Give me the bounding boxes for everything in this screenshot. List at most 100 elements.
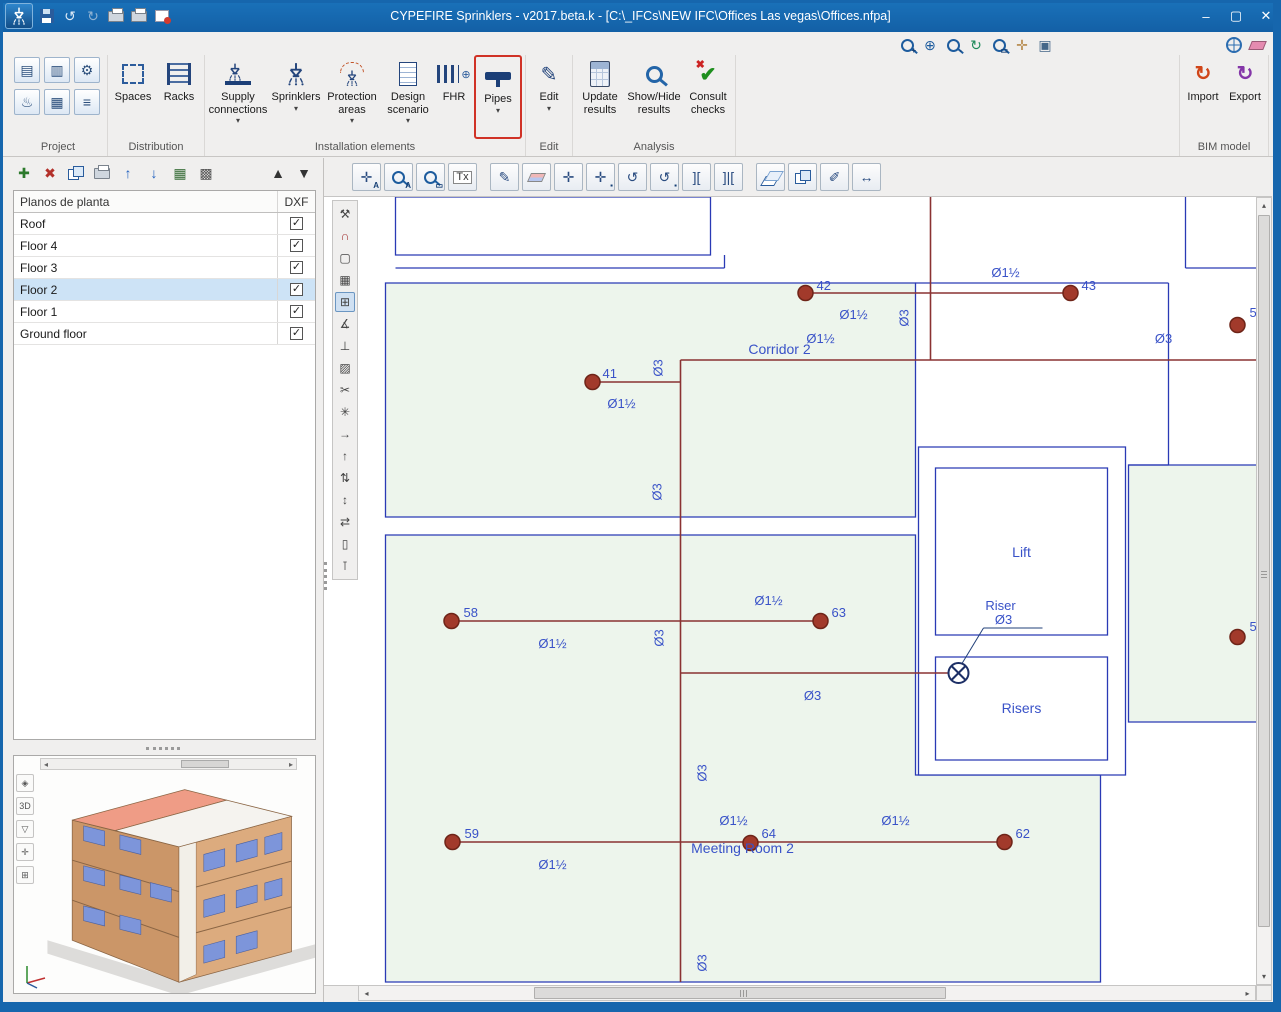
building-3d-view[interactable] (36, 770, 316, 994)
export-dxf-icon[interactable]: ▩ (195, 162, 217, 184)
section-icon[interactable]: ▽ (16, 820, 34, 838)
print-plans-icon[interactable] (91, 162, 113, 184)
zoom-in-icon[interactable]: + (897, 35, 917, 55)
plan-lines-icon[interactable]: ▥ (44, 57, 70, 83)
floor-row-floor-1[interactable]: Floor 1✓ (14, 301, 315, 323)
move-icon[interactable]: ✛ (554, 163, 583, 191)
floor-row-ground-floor[interactable]: Ground floor✓ (14, 323, 315, 345)
floor-row-floor-3[interactable]: Floor 3✓ (14, 257, 315, 279)
slider-left-icon[interactable]: ◂ (41, 760, 51, 769)
frame-icon[interactable]: ▣ (1035, 35, 1055, 55)
move-down-icon[interactable]: ↓ (143, 162, 165, 184)
fhr-button[interactable]: ⊕ FHR (436, 55, 472, 135)
horizontal-scrollbar[interactable]: ◂ ▸ (358, 985, 1256, 1001)
column-icon[interactable]: ▯ (335, 534, 355, 554)
close-button[interactable]: ✕ (1251, 3, 1281, 29)
sprinkler-node[interactable] (997, 835, 1012, 850)
rotate-node-icon[interactable]: ↺▪ (650, 163, 679, 191)
redraw-icon[interactable]: ↻ (966, 35, 986, 55)
pan-3d-icon[interactable]: ✛ (16, 843, 34, 861)
measure-icon[interactable]: ↔ (852, 163, 881, 191)
zoom-window-icon[interactable]: ▭ (989, 35, 1009, 55)
orbit-icon[interactable]: ◈ (16, 774, 34, 792)
export-button[interactable]: ↻ Export (1225, 55, 1265, 135)
center-text-icon[interactable]: ✛A (352, 163, 381, 191)
layers-icon[interactable] (756, 163, 785, 191)
resize-icon[interactable]: ↕ (335, 490, 355, 510)
dxf-checkbox[interactable]: ✓ (290, 217, 303, 230)
dxf-checkbox[interactable]: ✓ (290, 327, 303, 340)
sprinkler-node[interactable] (813, 614, 828, 629)
sprinkler-node[interactable] (445, 835, 460, 850)
sprinkler-small-icon[interactable]: ♨ (14, 89, 40, 115)
rotate-icon[interactable]: ↺ (618, 163, 647, 191)
save-icon[interactable] (37, 6, 57, 26)
sprinkler-node[interactable] (1230, 318, 1245, 333)
print-icon[interactable] (106, 6, 126, 26)
pipes-button[interactable]: Pipes ▾ (476, 57, 520, 137)
minimize-button[interactable]: – (1191, 3, 1221, 29)
racks-button[interactable]: Racks (157, 55, 201, 135)
floor-row-floor-4[interactable]: Floor 4✓ (14, 235, 315, 257)
zoom-out-icon[interactable]: - (943, 35, 963, 55)
text-box-icon[interactable]: Tx (448, 163, 477, 191)
design-scenario-button[interactable]: Design scenario ▾ (382, 55, 434, 135)
floor-row-roof[interactable]: Roof✓ (14, 213, 315, 235)
scroll-down-button[interactable]: ▾ (1257, 969, 1271, 984)
sprinkler-node[interactable] (585, 375, 600, 390)
layers-3d-icon[interactable]: ⊞ (16, 866, 34, 884)
sprinkler-node[interactable] (444, 614, 459, 629)
eraser-pink-icon[interactable] (1247, 35, 1267, 55)
dxf-checkbox[interactable]: ✓ (290, 305, 303, 318)
panel-splitter[interactable] (3, 743, 323, 754)
rectangle-icon[interactable]: ▢ (335, 248, 355, 268)
edit-button[interactable]: ✎ Edit ▾ (529, 55, 569, 135)
arrow-right-icon[interactable]: → (335, 424, 355, 444)
dxf-checkbox[interactable]: ✓ (290, 283, 303, 296)
scissors-icon[interactable]: ✂ (335, 380, 355, 400)
supply-connections-button[interactable]: Supply connections ▾ (208, 55, 268, 135)
collapse-up-icon[interactable]: ▲ (267, 162, 289, 184)
show-hide-results-button[interactable]: Show/Hide results (626, 55, 682, 135)
slider-thumb[interactable] (181, 760, 229, 768)
plan-sheet-icon[interactable]: ▤ (14, 57, 40, 83)
slider-right-icon[interactable]: ▸ (286, 760, 296, 769)
report-list-icon[interactable]: ≡ (74, 89, 100, 115)
vertical-scrollbar[interactable]: ▴ ▾ (1256, 197, 1272, 985)
horizontal-scroll-thumb[interactable] (534, 987, 946, 999)
magnet-icon[interactable]: ∩ (335, 226, 355, 246)
scroll-right-button[interactable]: ▸ (1240, 986, 1255, 1000)
snap-icon[interactable]: ⊞ (335, 292, 355, 312)
sprinkler-node[interactable] (1230, 630, 1245, 645)
canvas-splitter[interactable] (324, 562, 330, 590)
expand-down-icon[interactable]: ▼ (293, 162, 315, 184)
maximize-button[interactable]: ▢ (1221, 3, 1251, 29)
move-node-icon[interactable]: ✛▪ (586, 163, 615, 191)
angle-icon[interactable]: ∡ (335, 314, 355, 334)
dxf-checkbox[interactable]: ✓ (290, 239, 303, 252)
view-3d-icon[interactable]: 3D (16, 797, 34, 815)
eraser-icon[interactable] (522, 163, 551, 191)
pan-icon[interactable]: ✛ (1012, 35, 1032, 55)
horizontal-scroll-track[interactable] (374, 986, 1240, 1000)
spaces-button[interactable]: Spaces (111, 55, 155, 135)
globe-icon[interactable] (1224, 35, 1244, 55)
app-logo-icon[interactable] (5, 3, 33, 29)
protection-areas-button[interactable]: Protection areas ▾ (324, 55, 380, 135)
update-results-button[interactable]: Update results (576, 55, 624, 135)
vertical-scroll-thumb[interactable] (1258, 215, 1270, 927)
move-up-icon[interactable]: ↑ (117, 162, 139, 184)
star-icon[interactable]: ✳ (335, 402, 355, 422)
close-file-icon[interactable] (152, 6, 172, 26)
settings-gear-icon[interactable]: ⚙ (74, 57, 100, 83)
perpendicular-icon[interactable]: ⊥ (335, 336, 355, 356)
trim-icon[interactable]: ][ (682, 163, 711, 191)
export-image-icon[interactable]: ▦ (169, 162, 191, 184)
zoom-window2-icon[interactable]: ▭ (416, 163, 445, 191)
viewer-3d[interactable]: ◂ ▸ ◈ 3D ▽ ✛ ⊞ (13, 755, 316, 994)
copy-icon[interactable] (788, 163, 817, 191)
arrow-up-icon[interactable]: ↑ (335, 446, 355, 466)
zoom-extents-icon[interactable]: ⊕ (920, 35, 940, 55)
swap-horizontal-icon[interactable]: ⇄ (335, 512, 355, 532)
add-plan-icon[interactable]: ✚ (13, 162, 35, 184)
